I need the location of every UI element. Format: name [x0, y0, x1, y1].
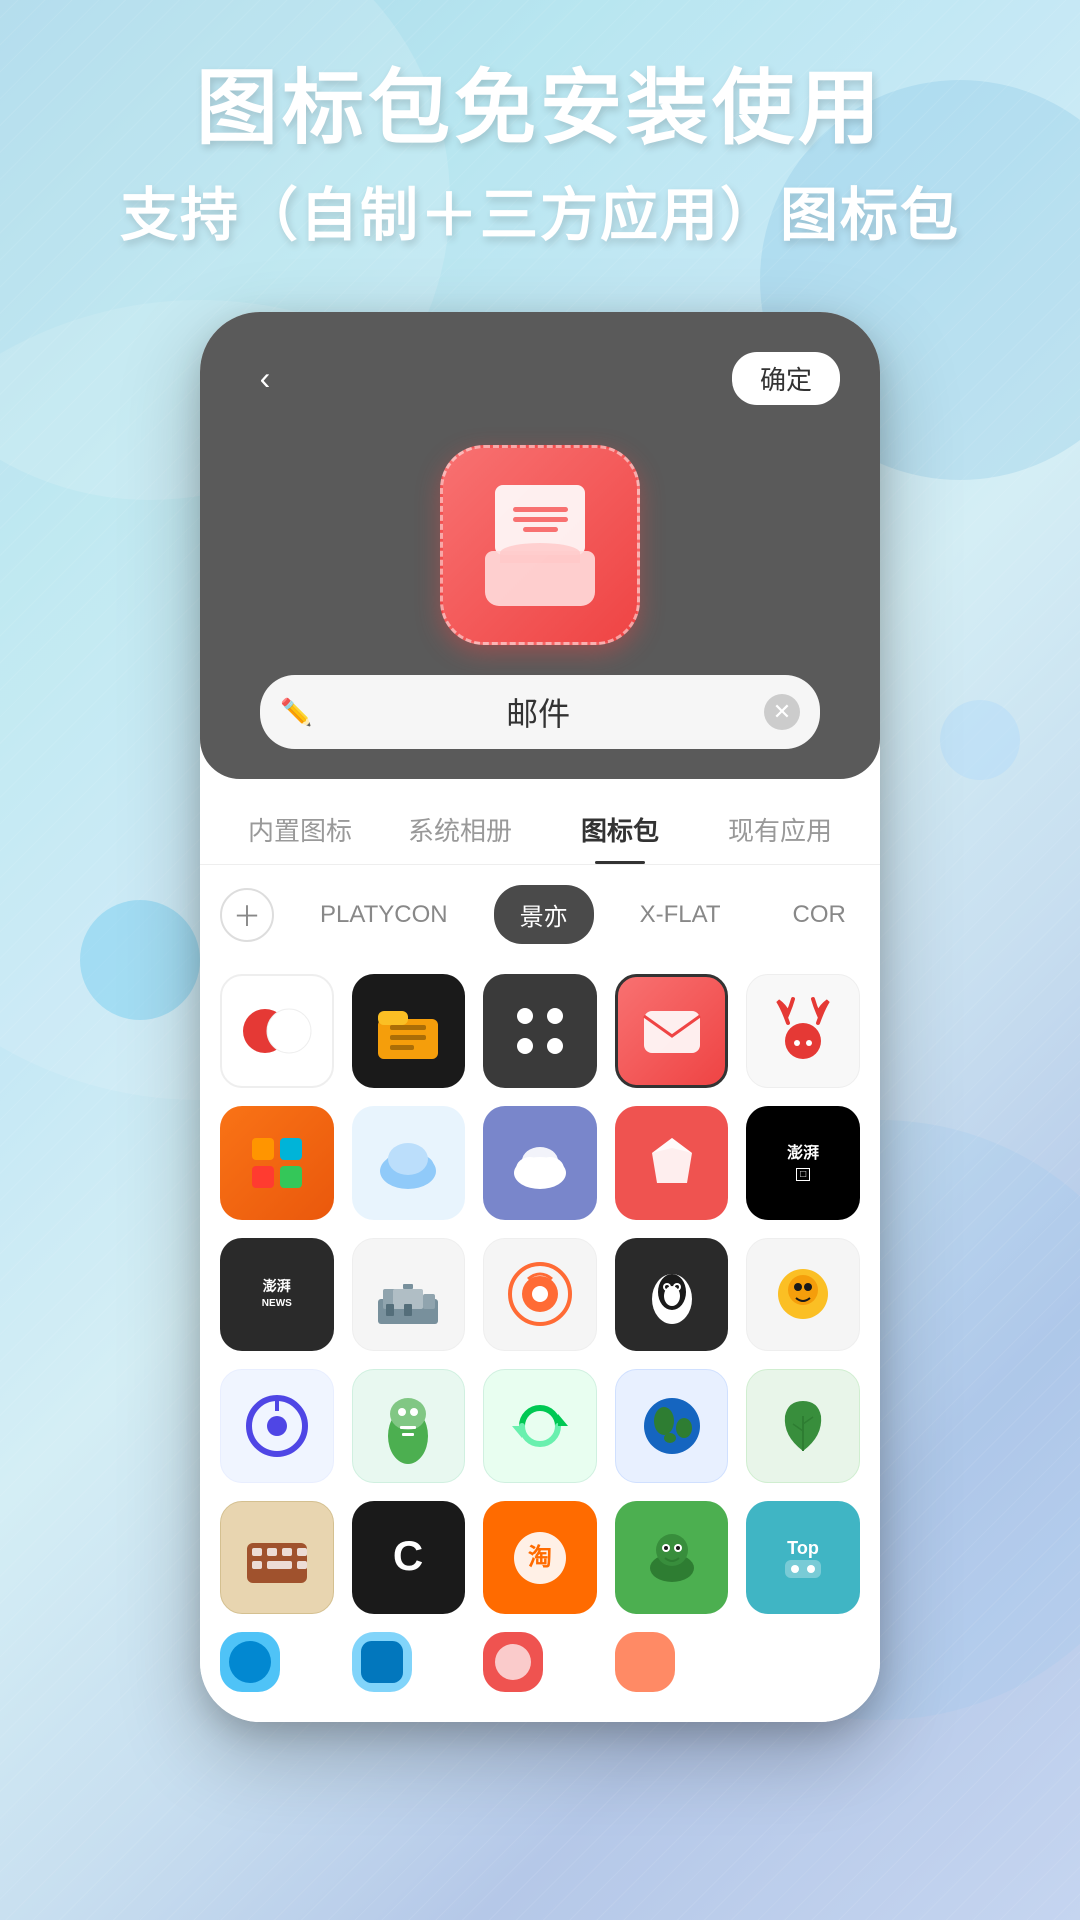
icon-cell-partial-1[interactable] — [220, 1632, 280, 1692]
pack-tag-xflat[interactable]: X-FLAT — [614, 889, 747, 941]
tab-system-album[interactable]: 系统相册 — [380, 799, 540, 864]
icon-preview-area — [230, 425, 850, 675]
icon-cell-penghai-black[interactable]: 澎湃□ — [746, 1106, 860, 1220]
phone-header-bar: ‹ 确定 — [230, 342, 850, 425]
tab-existing-apps[interactable]: 现有应用 — [700, 799, 860, 864]
icon-cell-keyboard[interactable] — [220, 1501, 334, 1615]
app-name-text: 邮件 — [328, 689, 748, 735]
tab-builtin-icons[interactable]: 内置图标 — [220, 799, 380, 864]
icon-line-3 — [523, 527, 558, 532]
icon-cell-refresh-green[interactable] — [483, 1369, 597, 1483]
icon-cell-mail-selected[interactable] — [615, 974, 729, 1088]
tabs-row: 内置图标 系统相册 图标包 现有应用 — [200, 779, 880, 865]
confirm-button[interactable]: 确定 — [732, 352, 840, 405]
icon-cell-yellow-blob[interactable] — [746, 1238, 860, 1352]
icon-cell-deer[interactable] — [746, 974, 860, 1088]
svg-text:Top: Top — [787, 1538, 819, 1558]
edit-icon: ✏️ — [280, 697, 312, 728]
icon-cell-circles[interactable] — [220, 974, 334, 1088]
pack-selector: ＋ PLATYCON 景亦 X-FLAT COR — [200, 865, 880, 964]
app-icon-inner — [485, 485, 595, 606]
icon-cell-office[interactable] — [220, 1106, 334, 1220]
icon-cell-leaf[interactable] — [746, 1369, 860, 1483]
icon-cell-youdao[interactable] — [352, 1369, 466, 1483]
icon-cell-cloud-purple[interactable] — [483, 1106, 597, 1220]
icon-line-2 — [513, 517, 568, 522]
phone-top-section: ‹ 确定 — [200, 312, 880, 779]
icon-cell-penguin[interactable] — [615, 1238, 729, 1352]
clear-input-button[interactable]: ✕ — [764, 694, 800, 730]
icon-cell-earth[interactable] — [615, 1369, 729, 1483]
icon-cell-factory[interactable] — [352, 1238, 466, 1352]
app-icon-preview — [440, 445, 640, 645]
phone-mockup: ‹ 确定 — [200, 312, 880, 1722]
icon-cell-taobao[interactable]: 淘 — [483, 1501, 597, 1615]
phone-bottom-section: 内置图标 系统相册 图标包 现有应用 ＋ PLATYCON 景亦 X-FLAT … — [200, 779, 880, 1722]
pack-tag-cor[interactable]: COR — [767, 889, 872, 941]
add-pack-button[interactable]: ＋ — [220, 888, 274, 942]
icon-cell-gem[interactable] — [615, 1106, 729, 1220]
phone-container: ‹ 确定 — [0, 312, 1080, 1722]
name-input-bar[interactable]: ✏️ 邮件 ✕ — [260, 675, 820, 749]
icon-cell-soloop[interactable]: C — [352, 1501, 466, 1615]
main-title: 图标包免安装使用 — [0, 60, 1080, 158]
sub-title: 支持（自制＋三方应用）图标包 — [0, 168, 1080, 252]
pack-tag-jingyi[interactable]: 景亦 — [494, 885, 594, 944]
header-section: 图标包免安装使用 支持（自制＋三方应用）图标包 — [0, 0, 1080, 252]
icon-line-1 — [513, 507, 568, 512]
icon-cell-cloud-light[interactable] — [352, 1106, 466, 1220]
icon-cell-partial-4[interactable] — [615, 1632, 675, 1692]
back-button[interactable]: ‹ — [240, 354, 290, 404]
icons-grid: 澎湃□ 澎湃NEWS — [200, 964, 880, 1722]
svg-text:淘: 淘 — [528, 1543, 552, 1571]
pack-tag-platycon[interactable]: PLATYCON — [294, 889, 474, 941]
icon-tray-graphic — [485, 551, 595, 606]
icon-cell-topgame[interactable]: Top — [746, 1501, 860, 1615]
tab-icon-pack[interactable]: 图标包 — [540, 799, 700, 864]
icon-cell-quark[interactable] — [220, 1369, 334, 1483]
icon-cell-penghai-views[interactable]: 澎湃NEWS — [220, 1238, 334, 1352]
svg-text:C: C — [393, 1532, 423, 1579]
icon-cell-qqmusic[interactable] — [483, 1238, 597, 1352]
icon-cell-dots[interactable] — [483, 974, 597, 1088]
name-input-container: ✏️ 邮件 ✕ — [230, 675, 850, 779]
icon-cell-partial-3[interactable] — [483, 1632, 543, 1692]
icon-cell-croc[interactable] — [615, 1501, 729, 1615]
icon-cell-folder[interactable] — [352, 974, 466, 1088]
icon-cell-partial-2[interactable] — [352, 1632, 412, 1692]
